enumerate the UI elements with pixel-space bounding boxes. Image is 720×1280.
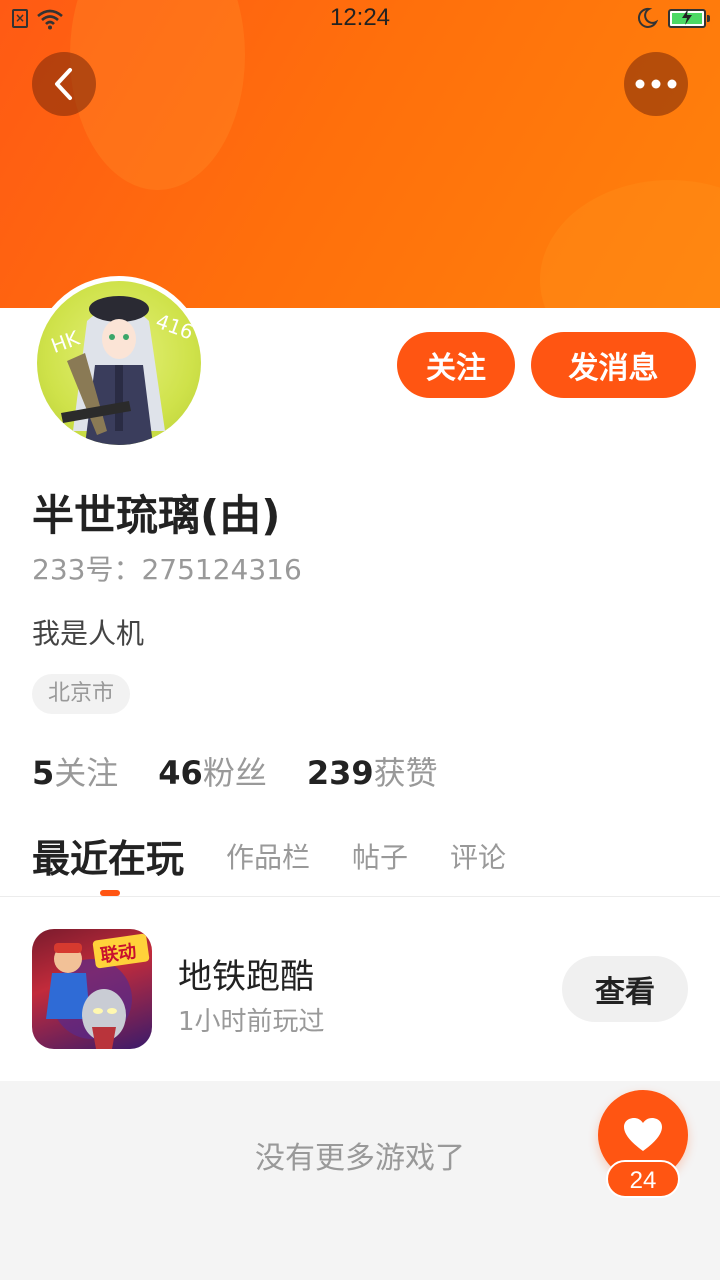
chevron-left-icon: [55, 68, 72, 100]
stat-likes: 239获赞: [307, 748, 438, 794]
username: 半世琉璃(由): [32, 491, 281, 540]
back-button[interactable]: [32, 52, 96, 116]
send-message-button[interactable]: 发消息: [531, 332, 696, 398]
more-options-button[interactable]: [624, 52, 688, 116]
stat-followers-label: 粉丝: [202, 754, 267, 792]
follow-button[interactable]: 关注: [397, 332, 515, 398]
profile-stats: 5关注 46粉丝 239获赞: [32, 748, 438, 794]
like-count-badge: 24: [606, 1160, 680, 1198]
stat-following-label: 关注: [54, 754, 119, 792]
user-id: 233号：275124316: [32, 553, 302, 586]
stat-following[interactable]: 5关注: [32, 748, 118, 794]
view-game-button[interactable]: 查看: [562, 956, 688, 1022]
tab-works[interactable]: 作品栏: [226, 828, 310, 876]
location-badge: 北京市: [32, 674, 131, 714]
avatar-image: HK 416: [37, 281, 201, 445]
stat-followers-count: 46: [158, 754, 203, 792]
status-bar: × 12:24: [0, 0, 720, 38]
stat-followers[interactable]: 46粉丝: [158, 748, 267, 794]
tab-posts[interactable]: 帖子: [352, 828, 408, 876]
banner-decoration: [540, 180, 720, 308]
stat-following-count: 5: [32, 754, 55, 792]
avatar[interactable]: HK 416: [32, 276, 206, 450]
bio: 我是人机: [32, 617, 145, 650]
game-title: 地铁跑酷: [178, 957, 314, 997]
battery-icon: [668, 9, 710, 28]
avatar-text-hk: HK: [48, 325, 83, 357]
more-dots-icon: [635, 79, 677, 89]
game-last-played: 1小时前玩过: [178, 1007, 325, 1037]
stat-likes-count: 239: [306, 754, 374, 792]
status-time: 12:24: [329, 4, 391, 31]
tab-comments[interactable]: 评论: [450, 828, 506, 876]
list-item[interactable]: 联动 地铁跑酷 1小时前玩过 查看: [0, 897, 720, 1081]
stat-likes-label: 获赞: [373, 754, 438, 792]
game-icon: 联动: [32, 929, 152, 1049]
tab-recently-played[interactable]: 最近在玩: [32, 828, 184, 883]
moon-icon: [637, 7, 658, 28]
profile-banner: × 12:24: [0, 0, 720, 308]
profile-tabs: 最近在玩 作品栏 帖子 评论: [32, 828, 548, 896]
heart-icon: [624, 1118, 662, 1151]
avatar-text-416: 416: [153, 309, 197, 345]
